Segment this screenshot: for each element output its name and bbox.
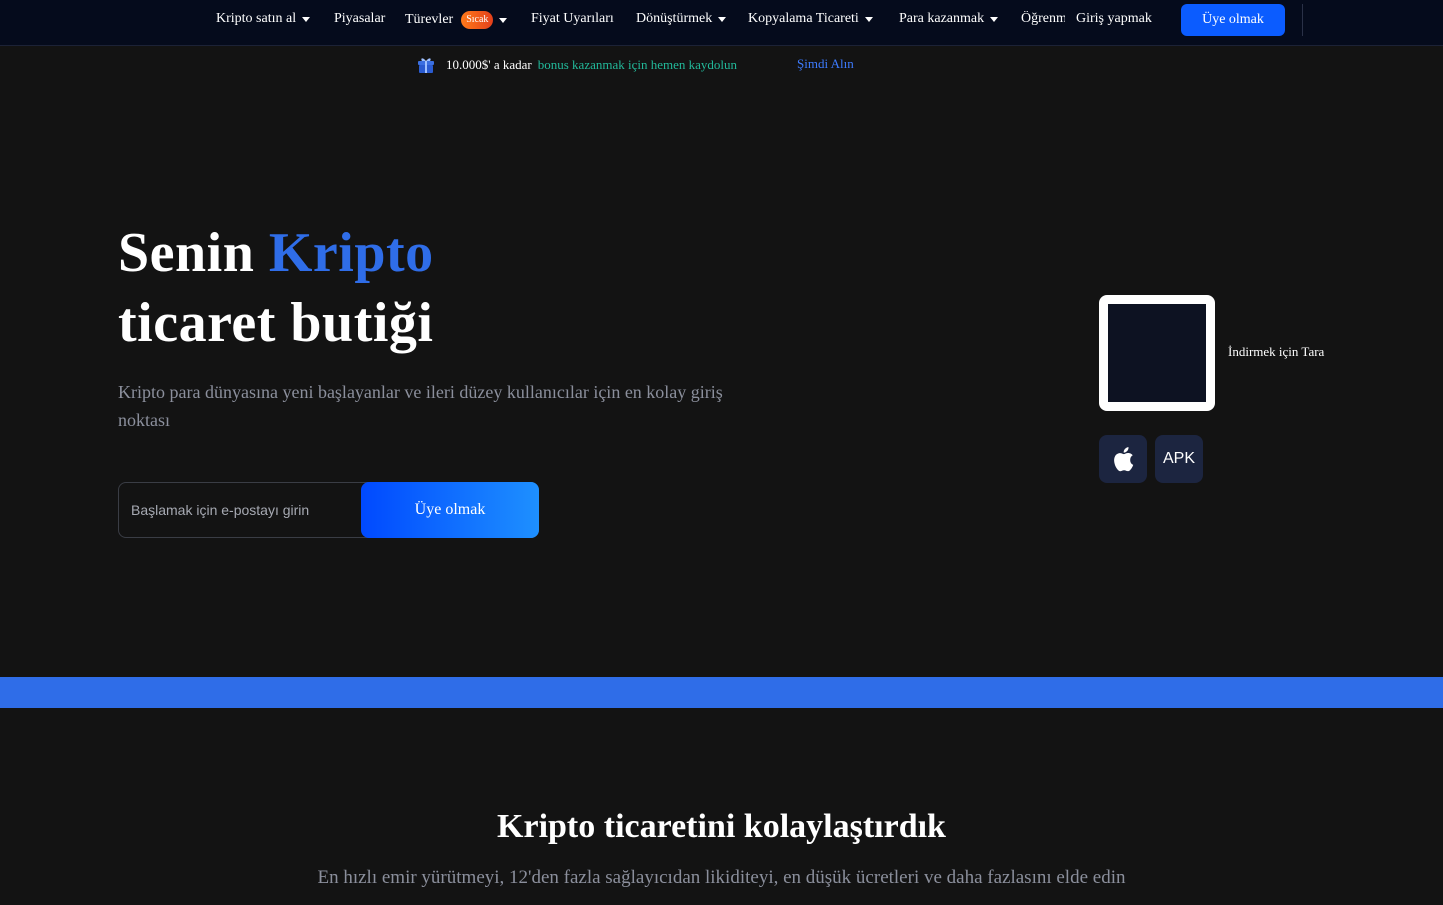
qr-label: İndirmek için Tara: [1228, 344, 1325, 359]
hero-title-part-2: ticaret butiği: [118, 292, 434, 354]
nav-item-label: Öğrenmek: [1021, 11, 1065, 26]
nav-item-label: Kopyalama Ticareti: [748, 11, 859, 26]
nav-buy-crypto[interactable]: Kripto satın al: [216, 11, 311, 27]
promo-claim-link[interactable]: Şimdi Alın: [797, 56, 854, 72]
chevron-down-icon: [864, 17, 873, 22]
email-input[interactable]: [119, 483, 362, 537]
chevron-down-icon: [990, 17, 999, 22]
ios-download-button[interactable]: [1099, 435, 1147, 483]
chevron-down-icon: [499, 18, 508, 23]
hero-title: Senin Kripto ticaret butiği: [118, 218, 434, 358]
promo-text: bonus kazanmak için hemen kaydolun: [537, 57, 738, 72]
nav-item-label: Para kazanmak: [899, 11, 985, 26]
hero-title-part-1: Senin: [118, 222, 255, 284]
nav-markets[interactable]: Piyasalar: [334, 11, 385, 27]
login-link[interactable]: Giriş yapmak: [1076, 11, 1152, 27]
nav-derivatives[interactable]: Türevler Sıcak: [405, 11, 508, 29]
chevron-down-icon: [302, 17, 311, 22]
section-subtitle: En hızlı emir yürütmeyi, 12'den fazla sa…: [317, 867, 1126, 888]
promo-amount: 10.000$' a kadar: [446, 57, 532, 72]
nav-signup-button[interactable]: Üye olmak: [1181, 4, 1285, 36]
promo-banner: 10.000$' a kadar bonus kazanmak için hem…: [416, 55, 737, 75]
hero-subtitle: Kripto para dünyasına yeni başlayanlar v…: [118, 382, 723, 430]
nav-item-label: Piyasalar: [334, 11, 386, 26]
apk-download-button[interactable]: APK: [1155, 435, 1203, 483]
apk-label: APK: [1162, 450, 1195, 467]
blue-divider-band: [0, 677, 1443, 708]
chevron-down-icon: [718, 17, 727, 22]
qr-code-image: [1108, 304, 1206, 402]
gift-icon: [418, 58, 434, 73]
nav-item-label: Türevler: [405, 12, 454, 27]
hero-signup-button[interactable]: Üye olmak: [361, 482, 539, 538]
nav-copy-trading[interactable]: Kopyalama Ticareti: [748, 11, 873, 27]
nav-learn[interactable]: Öğrenmek: [1021, 11, 1065, 27]
top-navbar: Kripto satın al Piyasalar Türevler Sıcak …: [0, 0, 1443, 46]
qr-code: [1099, 295, 1215, 411]
section-title: Kripto ticaretini kolaylaştırdık: [497, 808, 946, 845]
hero-title-accent: Kripto: [268, 222, 434, 284]
nav-earn[interactable]: Para kazanmak: [899, 11, 999, 27]
nav-convert[interactable]: Dönüştürmek: [636, 11, 727, 27]
login-label: Giriş yapmak: [1076, 11, 1152, 26]
nav-item-label: Kripto satın al: [216, 11, 297, 26]
nav-divider: [1302, 4, 1303, 36]
nav-price-alerts[interactable]: Fiyat Uyarıları: [531, 11, 614, 27]
nav-item-label: Dönüştürmek: [636, 11, 713, 26]
hot-badge: Sıcak: [461, 11, 494, 29]
apple-icon: [1114, 447, 1134, 472]
nav-item-label: Fiyat Uyarıları: [531, 11, 614, 26]
